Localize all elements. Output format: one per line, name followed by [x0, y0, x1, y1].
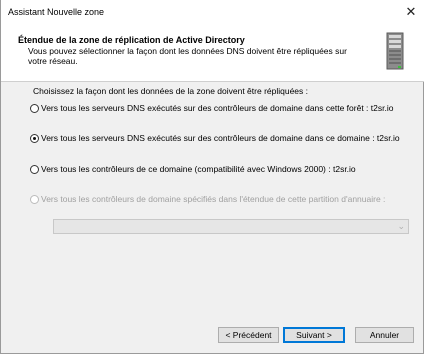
radio-win2000[interactable]	[30, 165, 39, 174]
option-win2000-label[interactable]: Vers tous les contrôleurs de ce domaine …	[41, 164, 411, 174]
window-title: Assistant Nouvelle zone	[8, 7, 105, 17]
server-icon	[386, 32, 404, 70]
option-partition-label: Vers tous les contrôleurs de domaine spé…	[41, 194, 386, 204]
page-description: Vous pouvez sélectionner la façon dont l…	[28, 46, 347, 66]
replication-prompt: Choisissez la façon dont les données de …	[33, 86, 309, 96]
cancel-button[interactable]: Annuler	[355, 327, 414, 343]
page-title: Étendue de la zone de réplication de Act…	[18, 35, 245, 45]
radio-partition	[30, 195, 39, 204]
close-icon[interactable]: ✕	[397, 0, 425, 24]
partition-select: ⌄	[53, 219, 409, 234]
wizard-content: Choisissez la façon dont les données de …	[1, 82, 424, 322]
wizard-footer: < Précédent Suivant > Annuler	[1, 322, 424, 354]
back-button[interactable]: < Précédent	[218, 327, 279, 343]
option-domain-label[interactable]: Vers tous les serveurs DNS exécutés sur …	[41, 133, 411, 143]
title-bar: Assistant Nouvelle zone ✕	[1, 0, 425, 24]
wizard-header: Étendue de la zone de réplication de Act…	[1, 24, 424, 82]
option-forest-label[interactable]: Vers tous les serveurs DNS exécutés sur …	[41, 103, 411, 113]
wizard-window: Assistant Nouvelle zone ✕ Étendue de la …	[0, 0, 425, 354]
radio-forest[interactable]	[30, 104, 39, 113]
chevron-down-icon: ⌄	[397, 221, 405, 231]
radio-domain[interactable]	[30, 134, 39, 143]
next-button[interactable]: Suivant >	[283, 327, 345, 343]
